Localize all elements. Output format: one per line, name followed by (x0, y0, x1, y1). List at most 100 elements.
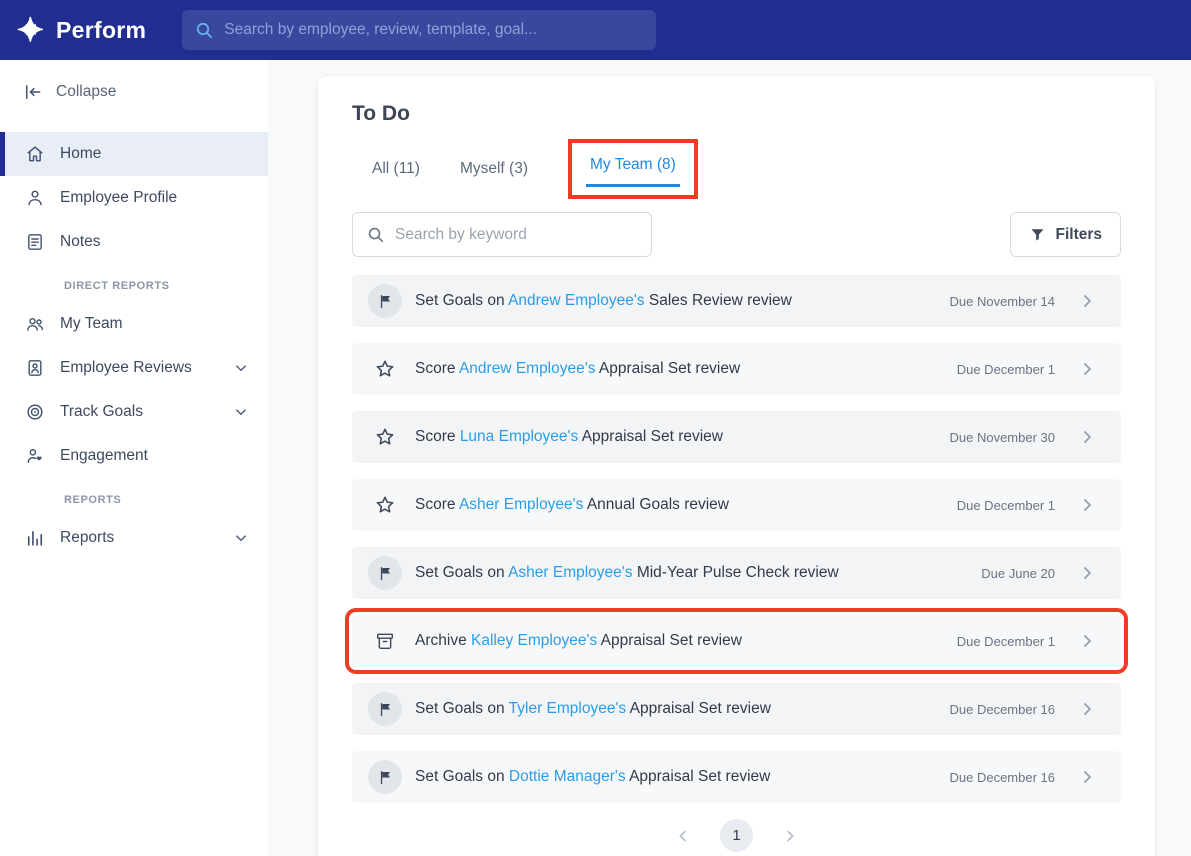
list-controls: Filters (352, 212, 1121, 257)
global-search[interactable] (182, 10, 657, 50)
tab-my-team[interactable]: My Team (8) (586, 156, 680, 187)
chevron-right-icon[interactable] (1077, 699, 1097, 719)
home-icon (25, 144, 45, 164)
due-date: Due December 16 (949, 769, 1056, 785)
chevron-right-icon[interactable] (1077, 767, 1097, 787)
todo-card: To Do All (11) Myself (3) My Team (8) Se… (318, 76, 1155, 856)
filter-funnel-icon (1029, 226, 1046, 243)
next-page-icon[interactable] (781, 827, 799, 845)
employee-link[interactable]: Kalley Employee's (471, 632, 597, 649)
sidebar-item-employee-reviews[interactable]: Employee Reviews (0, 346, 268, 390)
sidebar-item-engagement[interactable]: Engagement (0, 434, 268, 478)
chevron-right-icon[interactable] (1077, 359, 1097, 379)
due-date: Due December 1 (956, 497, 1055, 513)
sidebar-item-reports[interactable]: Reports (0, 516, 268, 560)
todo-action: Archive (415, 632, 467, 649)
tab-all[interactable]: All (11) (372, 160, 420, 178)
chevron-down-icon[interactable] (232, 403, 250, 421)
due-date: Due November 14 (949, 293, 1056, 309)
chevron-right-icon[interactable] (1077, 291, 1097, 311)
sidebar-item-label: Track Goals (60, 403, 143, 420)
annotation-box-my-team-tab: My Team (8) (568, 139, 698, 199)
page-title: To Do (352, 102, 410, 125)
due-date: Due December 1 (956, 361, 1055, 377)
todo-tabs: All (11) Myself (3) My Team (8) (352, 134, 1121, 204)
sidebar-section-reports: REPORTS (64, 494, 122, 506)
sidebar-item-track-goals[interactable]: Track Goals (0, 390, 268, 434)
search-icon (194, 20, 214, 40)
sidebar-item-label: Employee Reviews (60, 359, 192, 376)
collapse-button[interactable]: Collapse (0, 74, 268, 110)
todo-row[interactable]: Set Goals on Andrew Employee's Sales Rev… (352, 275, 1121, 327)
todo-row[interactable]: Set Goals on Dottie Manager's Appraisal … (352, 751, 1121, 803)
chevron-down-icon[interactable] (232, 529, 250, 547)
pagination: 1 (352, 819, 1121, 852)
due-date: Due December 16 (949, 701, 1056, 717)
tab-myself[interactable]: Myself (3) (460, 160, 528, 178)
sidebar: Collapse Home Employee Profile Notes DIR… (0, 60, 268, 856)
collapse-label: Collapse (56, 83, 117, 100)
global-search-input[interactable] (224, 21, 645, 39)
chevron-right-icon[interactable] (1077, 631, 1097, 651)
sidebar-item-my-team[interactable]: My Team (0, 302, 268, 346)
todo-row[interactable]: Set Goals on Tyler Employee's Appraisal … (352, 683, 1121, 735)
target-icon (25, 402, 45, 422)
flag-icon (368, 284, 402, 318)
sidebar-item-label: Home (60, 145, 102, 162)
todo-row-archive-kalley[interactable]: Archive Kalley Employee's Appraisal Set … (345, 608, 1128, 674)
employee-link[interactable]: Andrew Employee's (508, 292, 645, 309)
sidebar-item-employee-profile[interactable]: Employee Profile (0, 176, 268, 220)
star-icon (368, 352, 402, 386)
sidebar-item-notes[interactable]: Notes (0, 220, 268, 264)
keyword-search[interactable] (352, 212, 652, 257)
chevron-down-icon[interactable] (232, 359, 250, 377)
main-content: To Do All (11) Myself (3) My Team (8) Se… (268, 60, 1191, 856)
todo-list: Set Goals on Andrew Employee's Sales Rev… (345, 275, 1128, 803)
todo-row[interactable]: Score Asher Employee's Annual Goals revi… (352, 479, 1121, 531)
todo-row[interactable]: Score Luna Employee's Appraisal Set revi… (352, 411, 1121, 463)
chevron-right-icon[interactable] (1077, 427, 1097, 447)
archive-icon (368, 624, 402, 658)
due-date: Due December 1 (956, 633, 1055, 649)
sidebar-section-direct-reports: DIRECT REPORTS (64, 280, 170, 292)
previous-page-icon[interactable] (674, 827, 692, 845)
todo-text: Set Goals on Asher Employee's Mid-Year P… (415, 564, 839, 582)
todo-review-name: Appraisal Set review (600, 632, 742, 649)
todo-review-name: Annual Goals review (586, 496, 730, 513)
filters-button[interactable]: Filters (1010, 212, 1121, 257)
todo-text: Set Goals on Dottie Manager's Appraisal … (415, 768, 770, 786)
employee-link[interactable]: Asher Employee's (459, 496, 583, 513)
keyword-search-input[interactable] (395, 225, 638, 244)
flag-icon (368, 760, 402, 794)
todo-review-name: Appraisal Set review (598, 360, 741, 377)
todo-action: Set Goals on (415, 564, 505, 581)
employee-link[interactable]: Tyler Employee's (509, 700, 627, 717)
app-logo[interactable]: Perform (16, 15, 146, 45)
employee-link[interactable]: Luna Employee's (460, 428, 578, 445)
collapse-icon (23, 82, 43, 102)
todo-text: Score Andrew Employee's Appraisal Set re… (415, 360, 740, 378)
todo-text: Score Asher Employee's Annual Goals revi… (415, 496, 729, 514)
sidebar-item-label: Engagement (60, 447, 148, 464)
todo-text: Set Goals on Tyler Employee's Appraisal … (415, 700, 771, 718)
star-icon (368, 488, 402, 522)
star-icon (368, 420, 402, 454)
page-number[interactable]: 1 (720, 819, 753, 852)
person-icon (25, 188, 45, 208)
sidebar-item-home[interactable]: Home (0, 132, 268, 176)
employee-link[interactable]: Asher Employee's (508, 564, 632, 581)
todo-action: Score (415, 360, 456, 377)
bar-chart-icon (25, 528, 45, 548)
chevron-right-icon[interactable] (1077, 495, 1097, 515)
todo-text: Archive Kalley Employee's Appraisal Set … (415, 632, 742, 650)
sidebar-item-label: Employee Profile (60, 189, 178, 206)
todo-action: Set Goals on (415, 700, 505, 717)
sidebar-item-label: Notes (60, 233, 101, 250)
todo-row[interactable]: Score Andrew Employee's Appraisal Set re… (352, 343, 1121, 395)
employee-link[interactable]: Andrew Employee's (459, 360, 596, 377)
todo-row[interactable]: Set Goals on Asher Employee's Mid-Year P… (352, 547, 1121, 599)
sidebar-item-label: Reports (60, 529, 115, 546)
employee-link[interactable]: Dottie Manager's (509, 768, 626, 785)
flag-icon (368, 556, 402, 590)
chevron-right-icon[interactable] (1077, 563, 1097, 583)
